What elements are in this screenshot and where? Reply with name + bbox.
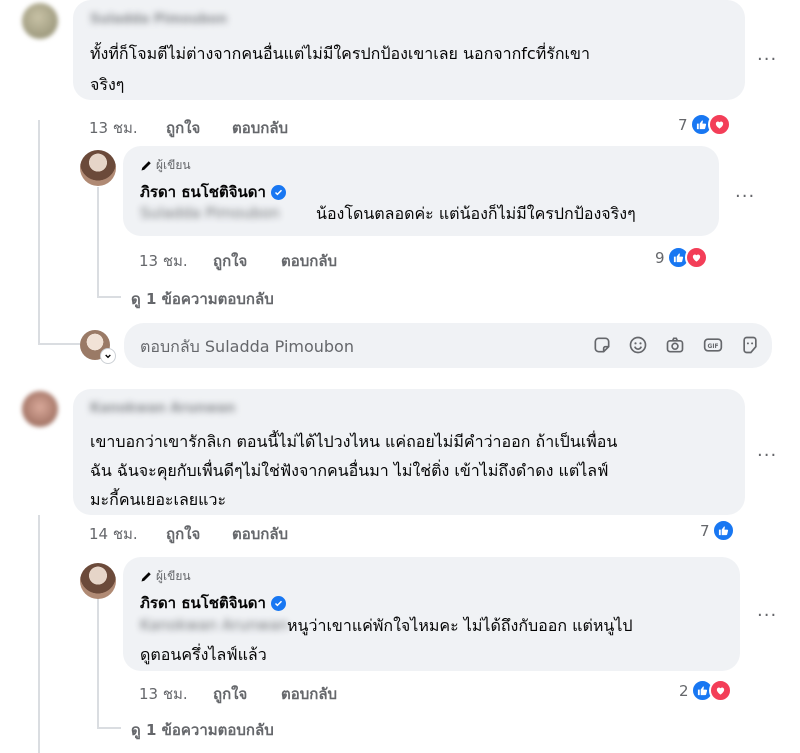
mention-link[interactable]: Suladda Pimoubon [140, 204, 280, 222]
reaction-count: 7 [700, 521, 710, 540]
comment-time[interactable]: 13 ชม. [89, 116, 138, 140]
love-reaction-icon [708, 679, 732, 702]
comment-text: เขาบอกว่าเขารักลิเก ตอนนี้ไม่ได้ไปวงไหน … [90, 432, 618, 451]
pen-icon [141, 160, 151, 170]
like-button[interactable]: ถูกใจ [166, 522, 200, 546]
reply-button[interactable]: ตอบกลับ [281, 249, 337, 273]
author-avatar[interactable] [80, 563, 116, 599]
svg-text:GIF: GIF [708, 344, 719, 350]
gif-icon[interactable]: GIF [703, 335, 723, 355]
pen-icon [141, 571, 151, 581]
thread-connector [97, 296, 121, 298]
reply-text: น้องโดนตลอดค่ะ แต่น้องก็ไม่มีใครปกป้องจร… [316, 204, 636, 223]
thread-connector [97, 727, 121, 729]
author-tag: ผู้เขียน [140, 156, 191, 175]
reply-time[interactable]: 13 ชม. [139, 682, 188, 706]
verified-badge-icon [270, 595, 286, 611]
commenter-avatar[interactable] [22, 3, 58, 39]
more-options-icon[interactable]: ... [735, 181, 755, 202]
reply-author-name[interactable]: ภิรดา ธนโชติจินดา [140, 180, 286, 204]
thread-line [97, 187, 99, 297]
reply-input[interactable]: ตอบกลับ Suladda Pimoubon GIF [124, 323, 772, 368]
reply-button[interactable]: ตอบกลับ [232, 522, 288, 546]
reply-time[interactable]: 13 ชม. [139, 249, 188, 273]
thread-connector [38, 343, 80, 345]
like-button[interactable]: ถูกใจ [213, 249, 247, 273]
comment-text: ฉัน ฉันจะคุยกับเพื่นดีๆไม่ใช่ฟังจากคนอื่… [90, 461, 609, 480]
more-options-icon[interactable]: ... [757, 44, 777, 65]
commenter-name[interactable]: Suladda Pimoubon [90, 12, 227, 27]
reply-button[interactable]: ตอบกลับ [281, 682, 337, 706]
reply-author-name-text: ภิรดา ธนโชติจินดา [140, 183, 266, 201]
author-avatar[interactable] [80, 150, 116, 186]
like-button[interactable]: ถูกใจ [166, 116, 200, 140]
love-reaction-icon [707, 113, 731, 136]
thread-line [97, 585, 99, 728]
like-button[interactable]: ถูกใจ [213, 682, 247, 706]
avatar-sticker-icon[interactable] [740, 335, 760, 355]
author-tag: ผู้เขียน [140, 567, 191, 586]
commenter-avatar[interactable] [22, 391, 58, 427]
reply-input-placeholder: ตอบกลับ Suladda Pimoubon [140, 337, 354, 356]
reaction-count: 2 [679, 681, 689, 700]
view-replies-link[interactable]: ดู 1 ข้อความตอบกลับ [131, 718, 274, 742]
comment-text: ทั้งที่ก็โจมตีไม่ต่างจากคนอื่นแต่ไม่มีใค… [90, 44, 590, 63]
author-tag-label: ผู้เขียน [156, 158, 191, 172]
comment-time[interactable]: 14 ชม. [89, 522, 138, 546]
comment-text: จริงๆ [90, 75, 125, 94]
reaction-count: 7 [678, 115, 688, 134]
mention-link[interactable]: Kanokwan Arunwan [140, 616, 288, 634]
reply-button[interactable]: ตอบกลับ [232, 116, 288, 140]
reply-text: หนูว่าเขาแค่พักใจไหมคะ ไม่ได้ถึงกับออก แ… [287, 616, 633, 635]
more-options-icon[interactable]: ... [757, 440, 777, 461]
reply-author-name[interactable]: ภิรดา ธนโชติจินดา [140, 591, 286, 615]
emoji-icon[interactable] [628, 335, 648, 355]
verified-badge-icon [270, 184, 286, 200]
sticker-icon[interactable] [592, 335, 612, 355]
camera-icon[interactable] [665, 335, 685, 355]
reaction-summary[interactable]: 7 [700, 519, 735, 542]
reply-author-name-text: ภิรดา ธนโชติจินดา [140, 594, 266, 612]
like-reaction-icon [711, 519, 735, 542]
more-options-icon[interactable]: ... [757, 600, 777, 621]
thread-line [38, 515, 40, 753]
reply-text: ดูตอนครึ่งไลฟ์แล้ว [140, 645, 267, 664]
reaction-summary[interactable]: 7 [678, 113, 731, 136]
author-tag-label: ผู้เขียน [156, 569, 191, 583]
commenter-name[interactable]: Kanokwan Arunwan [90, 401, 235, 416]
love-reaction-icon [684, 246, 708, 269]
comment-text: มะกี้คนเยอะเลยแวะ [90, 490, 227, 509]
avatar-menu-chevron-icon[interactable] [100, 348, 116, 364]
reaction-summary[interactable]: 9 [655, 246, 708, 269]
reaction-summary[interactable]: 2 [679, 679, 732, 702]
reaction-count: 9 [655, 248, 665, 267]
view-replies-link[interactable]: ดู 1 ข้อความตอบกลับ [131, 287, 274, 311]
thread-line [38, 120, 40, 345]
